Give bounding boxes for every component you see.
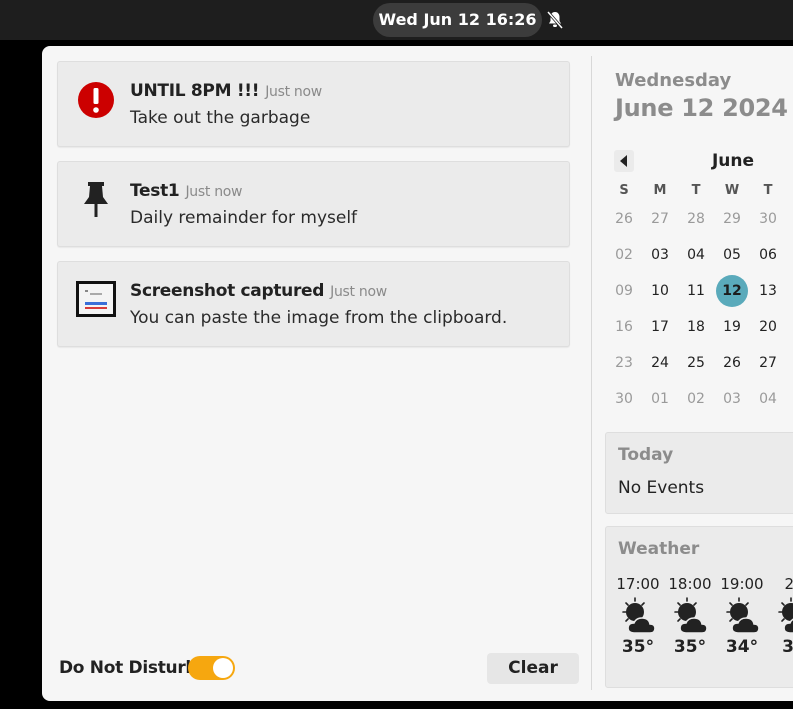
- divider: [591, 56, 592, 690]
- desktop-background: [0, 40, 42, 709]
- calendar-day[interactable]: 29: [716, 203, 748, 235]
- notification-calendar-popover: UNTIL 8PM !!! Just now Take out the garba…: [42, 46, 793, 701]
- calendar-day[interactable]: 02: [680, 383, 712, 415]
- forecast-time: 18:00: [668, 575, 712, 593]
- forecast-temperature: 35°: [673, 637, 707, 657]
- weather-title: Weather: [618, 539, 700, 559]
- top-bar: Wed Jun 12 16:26: [0, 0, 793, 40]
- calendar-day[interactable]: 12: [716, 275, 748, 307]
- notification-body: Take out the garbage: [130, 108, 311, 128]
- calendar-day[interactable]: 25: [680, 347, 712, 379]
- full-date: June 12 2024: [615, 94, 788, 122]
- calendar-day[interactable]: 24: [644, 347, 676, 379]
- dnd-toggle[interactable]: [188, 656, 235, 680]
- forecast-temperature: 33: [782, 637, 793, 657]
- partly-cloudy-icon: [726, 597, 760, 634]
- calendar-day[interactable]: 11: [680, 275, 712, 307]
- calendar-day[interactable]: 03: [644, 239, 676, 271]
- calendar-day[interactable]: 10: [644, 275, 676, 307]
- previous-month-button[interactable]: [614, 150, 634, 172]
- calendar-day[interactable]: 30: [752, 203, 784, 235]
- events-text: No Events: [618, 478, 705, 498]
- partly-cloudy-icon: [778, 597, 793, 634]
- weather-section[interactable]: Weather 17:0035°18:0035°19:0034°2033: [605, 526, 793, 688]
- events-section[interactable]: Today No Events: [605, 432, 793, 514]
- notification-title: Screenshot captured Just now: [130, 281, 387, 301]
- alert-icon: [78, 82, 114, 118]
- weather-hour: 19:00 34°: [718, 575, 766, 657]
- calendar-day[interactable]: 06: [752, 239, 784, 271]
- month-label: June: [711, 151, 755, 171]
- calendar-day[interactable]: 19: [716, 311, 748, 343]
- calendar-day[interactable]: 26: [608, 203, 640, 235]
- notification-card[interactable]: Test1 Just now Daily remainder for myself: [57, 161, 570, 247]
- notification-title: UNTIL 8PM !!! Just now: [130, 81, 322, 101]
- clear-button[interactable]: Clear: [487, 653, 579, 684]
- clock-button[interactable]: Wed Jun 12 16:26: [373, 3, 542, 37]
- weather-hour: 18:00 35°: [666, 575, 714, 657]
- calendar-day[interactable]: 04: [752, 383, 784, 415]
- calendar-day[interactable]: 27: [752, 347, 784, 379]
- day-name: Wednesday: [615, 70, 732, 91]
- calendar-day[interactable]: 20: [752, 311, 784, 343]
- notification-card[interactable]: Screenshot captured Just now You can past…: [57, 261, 570, 347]
- weather-hour: 17:00 35°: [614, 575, 662, 657]
- calendar-day[interactable]: 16: [608, 311, 640, 343]
- notification-time: Just now: [330, 284, 387, 300]
- calendar-day[interactable]: 27: [644, 203, 676, 235]
- forecast-temperature: 34°: [725, 637, 759, 657]
- calendar-day[interactable]: 26: [716, 347, 748, 379]
- partly-cloudy-icon: [674, 597, 708, 634]
- events-title: Today: [618, 445, 674, 465]
- calendar-day[interactable]: 01: [644, 383, 676, 415]
- notifications-muted-icon: [547, 11, 563, 29]
- calendar-day[interactable]: 04: [680, 239, 712, 271]
- calendar-day[interactable]: 28: [680, 203, 712, 235]
- dnd-label: Do Not Disturb: [59, 658, 198, 678]
- calendar-day[interactable]: 30: [608, 383, 640, 415]
- weather-hour: 2033: [770, 575, 793, 657]
- calendar-day[interactable]: 23: [608, 347, 640, 379]
- calendar-day[interactable]: 18: [680, 311, 712, 343]
- screenshot-thumbnail: [76, 281, 116, 317]
- notification-time: Just now: [265, 84, 322, 100]
- calendar-day[interactable]: 03: [716, 383, 748, 415]
- calendar-day[interactable]: 13: [752, 275, 784, 307]
- calendar-day[interactable]: 17: [644, 311, 676, 343]
- calendar-day[interactable]: 05: [716, 239, 748, 271]
- notification-title: Test1 Just now: [130, 181, 243, 201]
- forecast-time: 20: [784, 575, 793, 593]
- forecast-time: 17:00: [616, 575, 660, 593]
- calendar-day[interactable]: 02: [608, 239, 640, 271]
- pin-icon: [84, 182, 108, 217]
- notification-body: Daily remainder for myself: [130, 208, 358, 228]
- partly-cloudy-icon: [622, 597, 656, 634]
- forecast-temperature: 35°: [621, 637, 655, 657]
- forecast-time: 19:00: [720, 575, 764, 593]
- notification-time: Just now: [185, 184, 243, 200]
- notification-card[interactable]: UNTIL 8PM !!! Just now Take out the garba…: [57, 61, 570, 147]
- calendar-day[interactable]: 09: [608, 275, 640, 307]
- toggle-knob: [213, 658, 233, 678]
- notification-body: You can paste the image from the clipboa…: [130, 308, 508, 328]
